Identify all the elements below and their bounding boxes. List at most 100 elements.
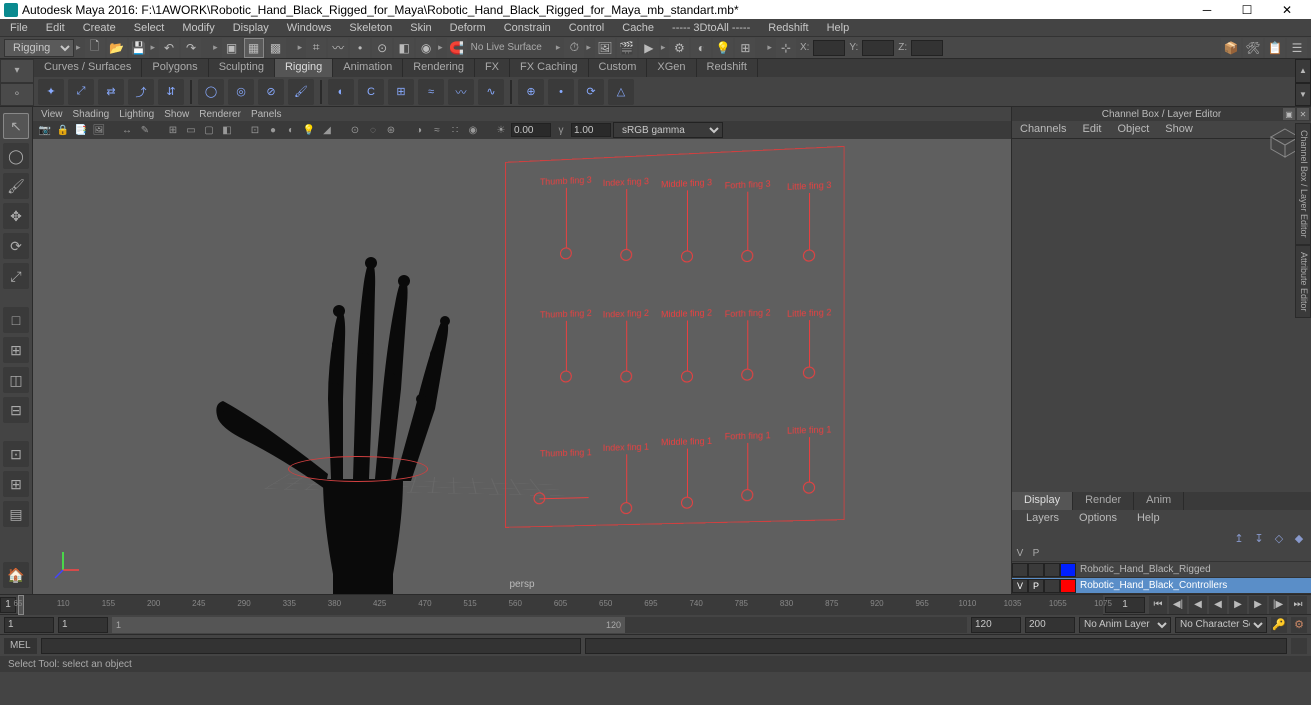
interactive-bind-icon[interactable]: ◎ xyxy=(228,79,254,105)
sidebar-channelbox-icon[interactable]: ☰ xyxy=(1287,38,1307,58)
layer-menu-help[interactable]: Help xyxy=(1127,510,1170,528)
sidebar-attribute-icon[interactable]: 📋 xyxy=(1265,38,1285,58)
coord-z-input[interactable] xyxy=(911,40,943,56)
coord-x-input[interactable] xyxy=(813,40,845,56)
layer-tab-display[interactable]: Display xyxy=(1012,492,1073,510)
menu-redshift[interactable]: Redshift xyxy=(762,21,814,35)
time-track[interactable]: 6511015520024529033538042547051556060565… xyxy=(18,595,1103,615)
layout-two-stacked-icon[interactable]: ⊟ xyxy=(3,397,29,423)
menu-create[interactable]: Create xyxy=(77,21,122,35)
redo-icon[interactable]: ↷ xyxy=(181,38,201,58)
orient-joint-icon[interactable]: ⤴ xyxy=(128,79,154,105)
vp-menu-panels[interactable]: Panels xyxy=(251,109,282,120)
smooth-bind-icon[interactable]: ◯ xyxy=(198,79,224,105)
detach-skin-icon[interactable]: ⊘ xyxy=(258,79,284,105)
minimize-button[interactable]: ─ xyxy=(1187,0,1227,19)
vp-isolate-icon[interactable]: ⊙ xyxy=(347,122,363,138)
coord-y-input[interactable] xyxy=(862,40,894,56)
collapse-filebuttons-icon[interactable]: ▸ xyxy=(76,42,83,53)
side-tab-channelbox[interactable]: Channel Box / Layer Editor xyxy=(1295,123,1311,245)
collapse-render-icon[interactable]: ▸ xyxy=(586,42,593,53)
layer-vis-toggle[interactable] xyxy=(1012,563,1028,577)
ik-handle-icon[interactable]: ⇵ xyxy=(158,79,184,105)
go-to-start-icon[interactable]: ⏮ xyxy=(1149,596,1167,614)
cb-menu-channels[interactable]: Channels xyxy=(1012,121,1074,138)
orient-constraint-icon[interactable]: ⟳ xyxy=(578,79,604,105)
side-tab-attribute-editor[interactable]: Attribute Editor xyxy=(1295,245,1311,319)
open-scene-icon[interactable]: 📂 xyxy=(107,38,127,58)
layer-new-empty-icon[interactable]: ◇ xyxy=(1271,530,1287,546)
vp-shadows-icon[interactable]: ◢ xyxy=(319,122,335,138)
vp-menu-shading[interactable]: Shading xyxy=(73,109,110,120)
collapse-live-icon[interactable]: ▸ xyxy=(438,42,445,53)
vp-image-plane-icon[interactable]: 🖼 xyxy=(91,122,107,138)
menu-skeleton[interactable]: Skeleton xyxy=(343,21,398,35)
layer-row[interactable]: V P Robotic_Hand_Black_Controllers xyxy=(1012,578,1311,594)
menu-deform[interactable]: Deform xyxy=(444,21,492,35)
vp-ssao-icon[interactable]: ◑ xyxy=(411,122,427,138)
vp-2d-pan-icon[interactable]: ↔ xyxy=(119,122,135,138)
vp-menu-lighting[interactable]: Lighting xyxy=(119,109,154,120)
vp-dof-icon[interactable]: ◉ xyxy=(465,122,481,138)
snap-projected-icon[interactable]: ⊙ xyxy=(372,38,392,58)
blend-shape-icon[interactable]: ◐ xyxy=(328,79,354,105)
save-scene-icon[interactable]: 💾 xyxy=(129,38,149,58)
new-scene-icon[interactable]: 🗋 xyxy=(85,38,105,58)
layer-row[interactable]: Robotic_Hand_Black_Rigged xyxy=(1012,562,1311,578)
point-constraint-icon[interactable]: • xyxy=(548,79,574,105)
construction-history-icon[interactable]: ⏱ xyxy=(564,38,584,58)
rotate-tool-icon[interactable]: ⟳ xyxy=(3,233,29,259)
vp-select-camera-icon[interactable]: 📷 xyxy=(37,122,53,138)
insert-joint-icon[interactable]: ⤢ xyxy=(68,79,94,105)
menu-constrain[interactable]: Constrain xyxy=(498,21,557,35)
vp-textured-icon[interactable]: ◐ xyxy=(283,122,299,138)
wrap-icon[interactable]: ≈ xyxy=(418,79,444,105)
layout-three-left-icon[interactable]: ⊞ xyxy=(3,471,29,497)
layer-play-toggle[interactable] xyxy=(1028,563,1044,577)
shelf-tab-rigging[interactable]: Rigging xyxy=(275,59,333,77)
snap-live-icon[interactable]: ◉ xyxy=(416,38,436,58)
select-by-hierarchy-icon[interactable]: ▣ xyxy=(222,38,242,58)
vp-bookmark-icon[interactable]: 📑 xyxy=(73,122,89,138)
layer-vis-toggle[interactable]: V xyxy=(1012,579,1028,593)
layer-color-swatch[interactable] xyxy=(1060,579,1076,593)
go-to-end-icon[interactable]: ⏭ xyxy=(1289,596,1307,614)
sidebar-toolsettings-icon[interactable]: 🛠 xyxy=(1243,38,1263,58)
shelf-tab-redshift[interactable]: Redshift xyxy=(697,59,758,77)
collapse-xform-icon[interactable]: ▸ xyxy=(767,42,774,53)
lasso-tool-icon[interactable]: ◯ xyxy=(3,143,29,169)
layout-three-top-icon[interactable]: ⊡ xyxy=(3,441,29,467)
anim-layer-select[interactable]: No Anim Layer xyxy=(1079,617,1171,633)
cb-menu-object[interactable]: Object xyxy=(1109,121,1157,138)
anim-end-input[interactable] xyxy=(1025,617,1075,633)
menu-cache[interactable]: Cache xyxy=(616,21,660,35)
maximize-button[interactable]: ☐ xyxy=(1227,0,1267,19)
snap-plane-icon[interactable]: ◧ xyxy=(394,38,414,58)
layer-tab-render[interactable]: Render xyxy=(1073,492,1134,510)
vp-menu-renderer[interactable]: Renderer xyxy=(199,109,241,120)
vp-film-gate-icon[interactable]: ▭ xyxy=(183,122,199,138)
play-forward-icon[interactable]: ▶ xyxy=(1229,596,1247,614)
layer-new-selected-icon[interactable]: ◆ xyxy=(1291,530,1307,546)
shelf-tab-fx[interactable]: FX xyxy=(475,59,510,77)
wire-icon[interactable]: 〰 xyxy=(448,79,474,105)
step-forward-key-icon[interactable]: |▶ xyxy=(1269,596,1287,614)
cb-popout-icon[interactable]: ▣ xyxy=(1283,108,1295,120)
delta-mush-icon[interactable]: ∿ xyxy=(478,79,504,105)
layer-move-up-icon[interactable]: ↥ xyxy=(1231,530,1247,546)
vp-menu-show[interactable]: Show xyxy=(164,109,189,120)
menu-select[interactable]: Select xyxy=(128,21,171,35)
render-settings-icon[interactable]: ⚙ xyxy=(669,38,689,58)
parent-constraint-icon[interactable]: ⊕ xyxy=(518,79,544,105)
select-tool-icon[interactable]: ↖ xyxy=(3,113,29,139)
menu-control[interactable]: Control xyxy=(563,21,610,35)
snap-grid-icon[interactable]: ⌗ xyxy=(306,38,326,58)
workspace-selector[interactable]: Rigging xyxy=(4,39,74,57)
menu-help[interactable]: Help xyxy=(821,21,856,35)
layer-menu-layers[interactable]: Layers xyxy=(1016,510,1069,528)
range-track[interactable]: 1120 xyxy=(112,617,967,633)
scale-tool-icon[interactable]: ⤢ xyxy=(3,263,29,289)
select-by-component-icon[interactable]: ▩ xyxy=(266,38,286,58)
vp-gamma-icon[interactable]: γ xyxy=(553,122,569,138)
anim-prefs-icon[interactable]: ⚙ xyxy=(1291,617,1307,633)
